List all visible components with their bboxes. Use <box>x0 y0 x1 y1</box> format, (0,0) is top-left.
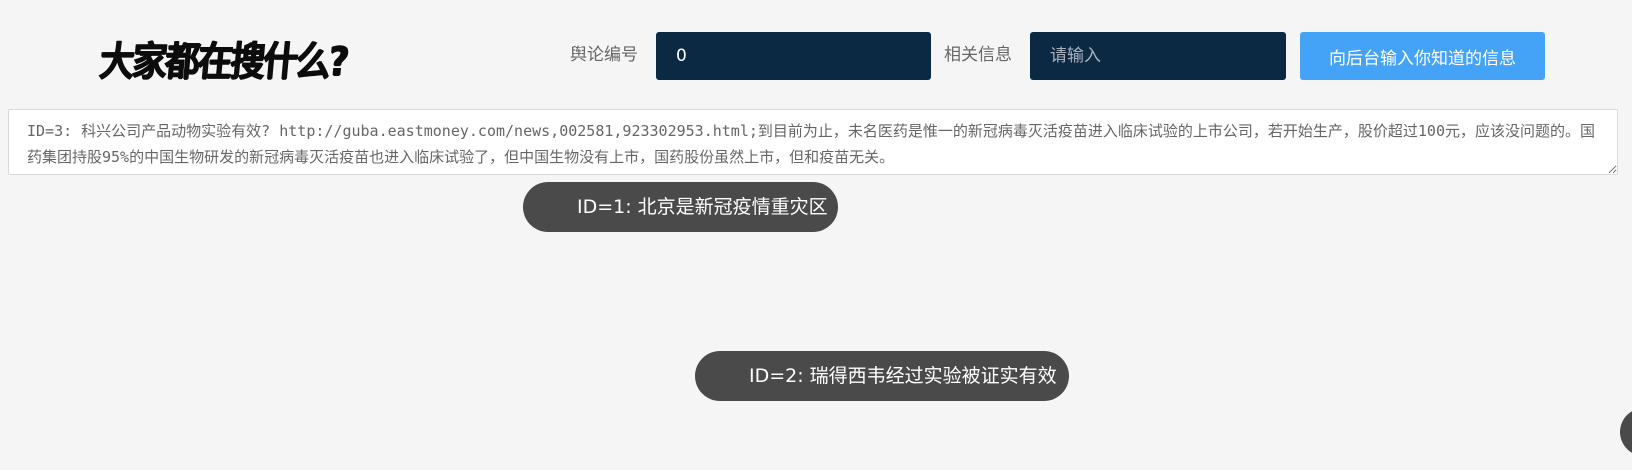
opinion-bubble-2[interactable]: ID=2: 瑞得西韦经过实验被证实有效 <box>695 351 1069 401</box>
submit-info-button[interactable]: 向后台输入你知道的信息 <box>1300 32 1545 80</box>
opinion-bubble-label: ID=2: 瑞得西韦经过实验被证实有效 <box>749 365 1057 387</box>
opinion-id-input[interactable] <box>656 32 931 80</box>
opinion-bubble-label: ID=1: 北京是新冠疫情重灾区 <box>577 196 828 218</box>
opinion-id-label: 舆论编号 <box>570 45 638 65</box>
page: 大家都在搜什么? 舆论编号 相关信息 向后台输入你知道的信息 ID=3: 科兴公… <box>0 0 1632 470</box>
opinion-bubble-partial[interactable] <box>1620 408 1632 456</box>
related-info-input[interactable] <box>1030 32 1286 80</box>
related-info-label: 相关信息 <box>944 45 1012 65</box>
opinion-bubble-1[interactable]: ID=1: 北京是新冠疫情重灾区 <box>523 182 838 232</box>
page-logo: 大家都在搜什么? <box>97 39 350 85</box>
opinion-detail-textarea[interactable]: ID=3: 科兴公司产品动物实验有效? http://guba.eastmone… <box>8 109 1618 175</box>
